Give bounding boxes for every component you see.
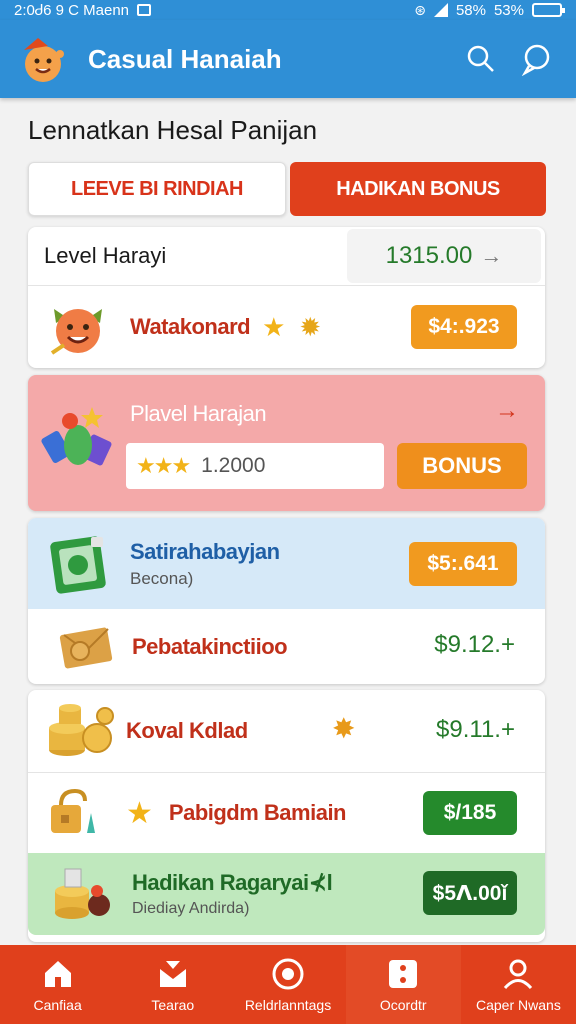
star-icon: ★ (126, 796, 153, 830)
tab-hadikan-bonus[interactable]: HADIKAN BONUS (290, 162, 546, 216)
bottom-navigation: Canfiaa Tearao Reldrlanntags Ocordtr Cap… (0, 945, 576, 1024)
tab-leeve-bi-rindiah[interactable]: LEEVE BI RINDIAH (28, 162, 286, 216)
app-bar: Casual Hanaiah (0, 20, 576, 98)
nav-label: Reldrlanntags (244, 996, 332, 1013)
item-name: Pebatakinctiioo (132, 633, 288, 659)
nav-item-ocordtr[interactable]: Ocordtr (345, 945, 461, 1024)
badge-star-icon: ✹ (299, 311, 322, 342)
app-title: Casual Hanaiah (88, 43, 282, 74)
arrow-right-icon[interactable]: → (495, 397, 519, 425)
nav-item-caper-nwans[interactable]: Caper Nwans (461, 945, 576, 1024)
item-subtitle: Becona) (130, 568, 194, 588)
star-badge-icon: ✸ (332, 713, 356, 744)
list-item-pabigdm-bamiain[interactable]: ★ Pabigdm Bamiain $/185 (28, 773, 545, 853)
item-text: Hadikan Ragaryai⊀l Diediay Andirda) (132, 870, 333, 918)
toy-robot-icon (38, 401, 118, 481)
chat-search-icon (521, 44, 550, 76)
item-name: Watakonard (130, 314, 251, 339)
coin-icon (271, 957, 305, 991)
mascot-logo-icon[interactable] (16, 32, 70, 86)
item-amount: $9.11.+ (436, 716, 515, 743)
wifi-icon: ⊛ (414, 1, 426, 18)
nav-label: Canfiaa (33, 996, 82, 1013)
amount-pill[interactable]: $5:.641 (409, 542, 517, 586)
rewards-card-top: Level Harayi 1315.00 → Watakonard ★ ✹ $4… (28, 227, 545, 368)
item-name: Koval Kdlad (126, 718, 248, 743)
nav-item-reldrlanntags[interactable]: Reldrlanntags (230, 945, 345, 1024)
search-icon (467, 45, 494, 72)
inbox-icon (156, 957, 190, 991)
rewards-card-middle: Satirahabayjan Becona) $5:.641 Pebatakin… (28, 518, 545, 684)
item-name: Pabigdm Bamiain (168, 800, 347, 825)
money-envelope-icon (48, 612, 124, 682)
amount-pill[interactable]: $5ᐱ.00ǐ (423, 871, 517, 915)
item-name: Plavel Harajan (130, 401, 267, 426)
item-text: Satirahabayjan Becona) (130, 539, 280, 589)
bonus-button[interactable]: BONUS (397, 443, 527, 489)
divider (28, 285, 545, 286)
treasure-coins-icon (44, 859, 120, 929)
arrow-right-icon: → (480, 243, 503, 268)
page-title: Lennatkan Hesal Panijan (28, 115, 318, 145)
nav-label: Tearao (151, 996, 195, 1013)
dice-icon (386, 957, 420, 991)
signal-percent: 58% (455, 1, 486, 19)
rating-stars: ★★★ (136, 453, 191, 478)
nav-item-tearao[interactable]: Tearao (115, 945, 230, 1024)
list-item-koval-kdlad[interactable]: Koval Kdlad ✸ $9.11.+ (28, 690, 545, 772)
amount-pill[interactable]: $/185 (423, 791, 517, 835)
status-time: 2:0Ꮷ6 9 C Maenn (14, 1, 130, 19)
status-bar: 2:0Ꮷ6 9 C Maenn ⊛ 58% 53% (0, 0, 576, 20)
home-icon (41, 957, 75, 991)
tab-bar: LEEVE BI RINDIAH HADIKAN BONUS (28, 162, 546, 216)
padlock-keychain-icon (42, 778, 108, 848)
list-item-watakonard[interactable]: Watakonard ★ ✹ $4:.923 (28, 287, 545, 367)
coin-stack-icon (42, 696, 118, 766)
money-card-icon (42, 529, 118, 599)
level-row[interactable]: Level Harayi 1315.00 → (28, 227, 545, 285)
chat-button[interactable] (514, 36, 560, 82)
piggy-mascot-icon (40, 292, 116, 362)
item-name: Satirahabayjan (130, 538, 280, 564)
rewards-card-bottom: Koval Kdlad ✸ $9.11.+ ★ Pabigdm Bamiain … (28, 690, 545, 942)
list-item-hadikan-ragaryai[interactable]: Hadikan Ragaryai⊀l Diediay Andirda) $5ᐱ.… (28, 853, 545, 935)
amount-input[interactable]: ★★★ 1.2000 (126, 443, 384, 489)
nav-label: Ocordtr (379, 996, 427, 1013)
search-button[interactable] (458, 36, 504, 82)
input-value: 1.2000 (201, 454, 266, 477)
star-icon: ★ (262, 311, 286, 342)
list-item-pebatakinctiioo[interactable]: Pebatakinctiioo $9.12.+ (28, 609, 545, 684)
amount-pill[interactable]: $4:.923 (411, 305, 517, 349)
level-value: 1315.00 (385, 242, 473, 269)
level-value-box[interactable]: 1315.00 → (347, 229, 541, 283)
signal-icon (433, 3, 448, 17)
battery-percent: 53% (493, 1, 524, 19)
item-amount: $9.12.+ (434, 631, 515, 658)
item-name: Hadikan Ragaryai⊀l (132, 870, 333, 895)
profile-icon (501, 957, 535, 991)
gallery-icon (137, 4, 152, 16)
battery-icon (532, 3, 565, 17)
nav-label: Caper Nwans (476, 996, 561, 1013)
list-item-satirahabayjan[interactable]: Satirahabayjan Becona) $5:.641 (28, 518, 545, 609)
item-subtitle: Diediay Andirda) (132, 900, 250, 917)
nav-item-canfiaa[interactable]: Canfiaa (0, 945, 115, 1024)
list-item-plavel-harajan[interactable]: Plavel Harajan → ★★★ 1.2000 BONUS (28, 375, 545, 511)
